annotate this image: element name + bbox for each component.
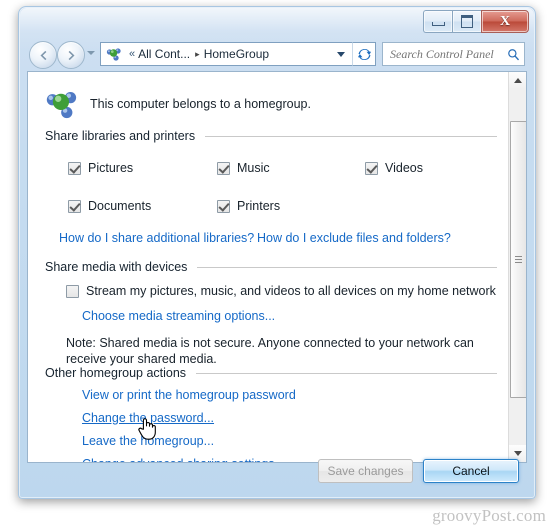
minimize-button[interactable]: [423, 10, 452, 33]
checkbox-music[interactable]: Music: [217, 161, 270, 175]
chevron-down-icon: [337, 51, 345, 57]
homegroup-status-text: This computer belongs to a homegroup.: [90, 97, 311, 111]
section-other-actions: Other homegroup actions: [45, 366, 497, 380]
checkbox-label: Music: [237, 161, 270, 175]
settings-pane: This computer belongs to a homegroup. Sh…: [28, 72, 509, 462]
button-label: Cancel: [452, 464, 490, 478]
checkbox-label: Videos: [385, 161, 423, 175]
section-divider: [196, 372, 497, 374]
title-bar: X: [19, 7, 535, 37]
section-title: Share libraries and printers: [45, 129, 196, 143]
address-bar[interactable]: « All Cont... ▸ HomeGroup: [100, 42, 352, 66]
checkbox-printers[interactable]: Printers: [217, 199, 280, 213]
breadcrumb-separator-icon: ▸: [195, 48, 200, 59]
screenshot-root: X « All Cont... ▸ HomeGroup Search Contr…: [0, 0, 552, 528]
watermark: groovyPost.com: [432, 506, 546, 525]
close-button[interactable]: X: [481, 10, 529, 33]
forward-arrow-icon: [68, 50, 75, 60]
checkbox-videos[interactable]: Videos: [365, 161, 423, 175]
checkbox-documents[interactable]: Documents: [68, 199, 151, 213]
checkbox-pictures[interactable]: Pictures: [68, 161, 133, 175]
checkbox-label: Printers: [237, 199, 281, 213]
maximize-icon: [461, 15, 473, 28]
search-input[interactable]: [390, 46, 507, 62]
breadcrumb: « All Cont... ▸ HomeGroup: [126, 47, 269, 61]
breadcrumb-item-homegroup[interactable]: HomeGroup: [204, 47, 269, 61]
minimize-icon: [431, 22, 445, 26]
scroll-up-button[interactable]: [509, 72, 526, 89]
back-button[interactable]: [29, 41, 57, 69]
scrollbar-thumb[interactable]: [510, 121, 526, 398]
checkbox-indicator[interactable]: [68, 161, 81, 175]
checkbox-indicator[interactable]: [217, 161, 230, 175]
section-share-libraries: Share libraries and printers: [45, 129, 497, 143]
navigation-bar: « All Cont... ▸ HomeGroup: [19, 37, 535, 71]
refresh-icon: [357, 48, 371, 60]
checkbox-indicator[interactable]: [68, 199, 81, 213]
recent-pages-dropdown[interactable]: [87, 51, 95, 55]
vertical-scrollbar[interactable]: [508, 72, 526, 462]
forward-button[interactable]: [57, 41, 85, 69]
checkbox-label: Pictures: [88, 161, 134, 175]
section-divider: [197, 266, 497, 268]
shared-media-note: Note: Shared media is not secure. Anyone…: [66, 336, 474, 366]
homegroup-status: This computer belongs to a homegroup.: [45, 87, 311, 121]
search-box[interactable]: [382, 42, 525, 66]
back-arrow-icon: [39, 50, 46, 60]
maximize-button[interactable]: [452, 10, 481, 33]
save-changes-button[interactable]: Save changes: [318, 459, 413, 483]
dialog-footer: Save changes Cancel: [27, 455, 527, 490]
button-label: Save changes: [327, 464, 404, 478]
checkbox-indicator[interactable]: [217, 199, 230, 213]
control-panel-window: X « All Cont... ▸ HomeGroup Search Contr…: [18, 6, 536, 499]
section-title: Share media with devices: [45, 260, 188, 274]
checkbox-indicator[interactable]: [365, 161, 378, 175]
checkbox-indicator[interactable]: [66, 284, 79, 298]
homegroup-icon: [46, 91, 77, 119]
chevron-up-icon: [513, 78, 522, 83]
link-view-or-print-password[interactable]: View or print the homegroup password: [82, 388, 296, 402]
content-panel: This computer belongs to a homegroup. Sh…: [27, 71, 527, 463]
section-divider: [205, 135, 497, 137]
refresh-button[interactable]: [352, 42, 376, 66]
cancel-button[interactable]: Cancel: [423, 459, 519, 483]
link-exclude-files-and-folders[interactable]: How do I exclude files and folders?: [257, 231, 451, 245]
checkbox-label: Stream my pictures, music, and videos to…: [86, 284, 496, 298]
breadcrumb-item-all-control-panel[interactable]: All Cont...: [138, 47, 190, 61]
checkbox-label: Documents: [88, 199, 152, 213]
window-controls: X: [423, 10, 529, 33]
breadcrumb-overflow[interactable]: «: [126, 48, 138, 60]
link-change-the-password[interactable]: Change the password...: [82, 411, 214, 425]
address-dropdown-button[interactable]: [332, 43, 350, 65]
link-leave-the-homegroup[interactable]: Leave the homegroup...: [82, 434, 214, 448]
section-share-media: Share media with devices: [45, 260, 497, 274]
checkbox-stream-media[interactable]: Stream my pictures, music, and videos to…: [66, 284, 496, 298]
search-icon: [508, 48, 520, 60]
link-choose-media-streaming-options[interactable]: Choose media streaming options...: [82, 309, 275, 323]
link-share-additional-libraries[interactable]: How do I share additional libraries?: [59, 231, 254, 245]
section-title: Other homegroup actions: [45, 366, 187, 380]
close-icon: X: [499, 13, 511, 29]
homegroup-icon: [106, 48, 121, 61]
grip-icon: [515, 254, 522, 265]
